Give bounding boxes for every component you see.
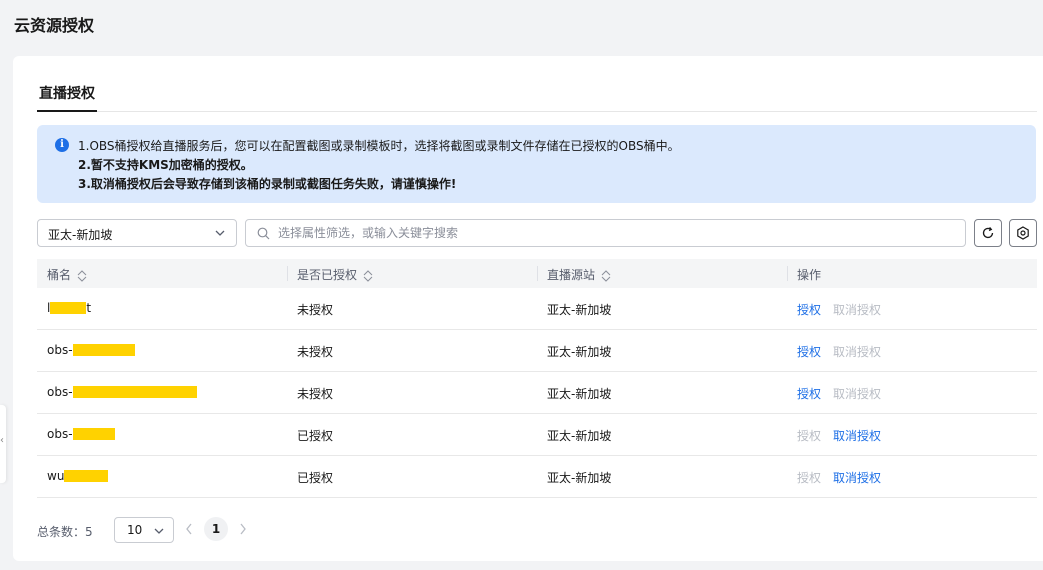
cancel-authorize-link[interactable]: 取消授权 [833,303,881,317]
bucket-name-cell: obs- [47,385,197,399]
chevron-left-icon: ‹ [0,435,4,446]
redaction-mask [72,343,135,356]
sort-icon [77,269,87,282]
table-row: obs- 未授权 亚太-新加坡 授权 取消授权 [37,372,1037,414]
search-box[interactable] [245,219,966,247]
header-label: 桶名 [47,268,72,282]
info-icon: i [55,138,69,152]
header-label: 是否已授权 [297,268,358,282]
bucket-name-prefix: obs- [47,385,73,399]
origin-site: 亚太-新加坡 [547,345,612,359]
bucket-name-prefix: obs- [47,427,73,441]
origin-site: 亚太-新加坡 [547,471,612,485]
chevron-right-icon[interactable] [238,522,248,536]
page-size-value: 10 [127,523,143,537]
refresh-icon [982,226,994,239]
column-divider [787,266,788,281]
region-select[interactable]: 亚太-新加坡 [37,219,237,247]
info-notice: i 1.OBS桶授权给直播服务后，您可以在配置截图或录制模板时，选择将截图或录制… [37,125,1036,203]
authorized-status: 未授权 [297,303,334,317]
page-title: 云资源授权 [14,16,95,35]
page-number-current[interactable]: 1 [204,517,228,541]
bucket-name-prefix: obs- [47,343,73,357]
authorize-link[interactable]: 授权 [797,429,821,443]
actions-cell: 授权 取消授权 [797,385,881,402]
table-row: l t 未授权 亚太-新加坡 授权 取消授权 [37,288,1037,330]
header-label: 直播源站 [547,268,596,282]
region-select-value: 亚太-新加坡 [48,228,113,242]
chevron-down-icon [154,528,164,534]
cancel-authorize-link[interactable]: 取消授权 [833,387,881,401]
authorize-link[interactable]: 授权 [797,303,821,317]
origin-site: 亚太-新加坡 [547,303,612,317]
main-card: 直播授权 i 1.OBS桶授权给直播服务后，您可以在配置截图或录制模板时，选择将… [13,56,1043,561]
table-body: l t 未授权 亚太-新加坡 授权 取消授权 obs- 未授权 亚太-新加坡 授权 取消授权 obs-… [37,288,1037,498]
cancel-authorize-link[interactable]: 取消授权 [833,429,881,443]
gear-icon [1017,226,1029,240]
side-collapse-handle[interactable]: ‹ [0,405,6,483]
refresh-button[interactable] [974,219,1002,247]
bucket-table: 桶名 是否已授权 直播源站 操作 l t 未授权 亚太-新加坡 授权 取消授权 obs- 未授… [37,259,1037,498]
redaction-mask [64,469,109,482]
settings-button[interactable] [1009,219,1037,247]
authorized-status: 未授权 [297,345,334,359]
authorize-link[interactable]: 授权 [797,387,821,401]
cancel-authorize-link[interactable]: 取消授权 [833,345,881,359]
header-authorized[interactable]: 是否已授权 [297,266,373,283]
page-size-select[interactable]: 10 [114,517,174,543]
notice-line-3: 3.取消桶授权后会导致存储到该桶的录制或截图任务失败，请谨慎操作! [78,177,457,191]
table-row: obs- 已授权 亚太-新加坡 授权 取消授权 [37,414,1037,456]
total-count: 总条数：5 [37,525,93,539]
authorized-status: 已授权 [297,471,334,485]
authorized-status: 未授权 [297,387,334,401]
bucket-name-prefix: wu [47,469,65,483]
authorize-link[interactable]: 授权 [797,471,821,485]
header-bucket-name[interactable]: 桶名 [47,266,87,283]
chevron-down-icon [215,230,225,236]
notice-line-2: 2.暂不支持KMS加密桶的授权。 [78,158,253,172]
bucket-name-cell: obs- [47,343,135,357]
bucket-name-cell: lt [47,301,91,315]
header-origin-site[interactable]: 直播源站 [547,266,611,283]
actions-cell: 授权 取消授权 [797,427,881,444]
column-divider [537,266,538,281]
redaction-mask [72,427,115,440]
pagination: 总条数：5 10 1 [37,517,437,543]
chevron-left-icon[interactable] [184,522,194,536]
sort-icon [601,269,611,282]
authorized-status: 已授权 [297,429,334,443]
table-row: obs- 未授权 亚太-新加坡 授权 取消授权 [37,330,1037,372]
redaction-mask [72,385,197,398]
actions-cell: 授权 取消授权 [797,469,881,486]
origin-site: 亚太-新加坡 [547,387,612,401]
cancel-authorize-link[interactable]: 取消授权 [833,471,881,485]
sort-icon [363,269,373,282]
origin-site: 亚太-新加坡 [547,429,612,443]
redaction-mask [50,301,87,314]
actions-cell: 授权 取消授权 [797,301,881,318]
bucket-name-cell: obs- [47,427,115,441]
actions-cell: 授权 取消授权 [797,343,881,360]
bucket-name-cell: wu [47,469,109,483]
column-divider [287,266,288,281]
header-actions: 操作 [797,268,822,282]
authorize-link[interactable]: 授权 [797,345,821,359]
table-header: 桶名 是否已授权 直播源站 操作 [37,259,1037,288]
notice-line-1: 1.OBS桶授权给直播服务后，您可以在配置截图或录制模板时，选择将截图或录制文件… [78,139,680,153]
bucket-name-suffix: t [86,301,92,315]
search-input[interactable] [278,224,938,242]
tab-bar: 直播授权 [37,80,1037,112]
table-row: wu 已授权 亚太-新加坡 授权 取消授权 [37,456,1037,498]
search-icon [257,227,270,240]
tab-live-authorization[interactable]: 直播授权 [37,80,97,112]
